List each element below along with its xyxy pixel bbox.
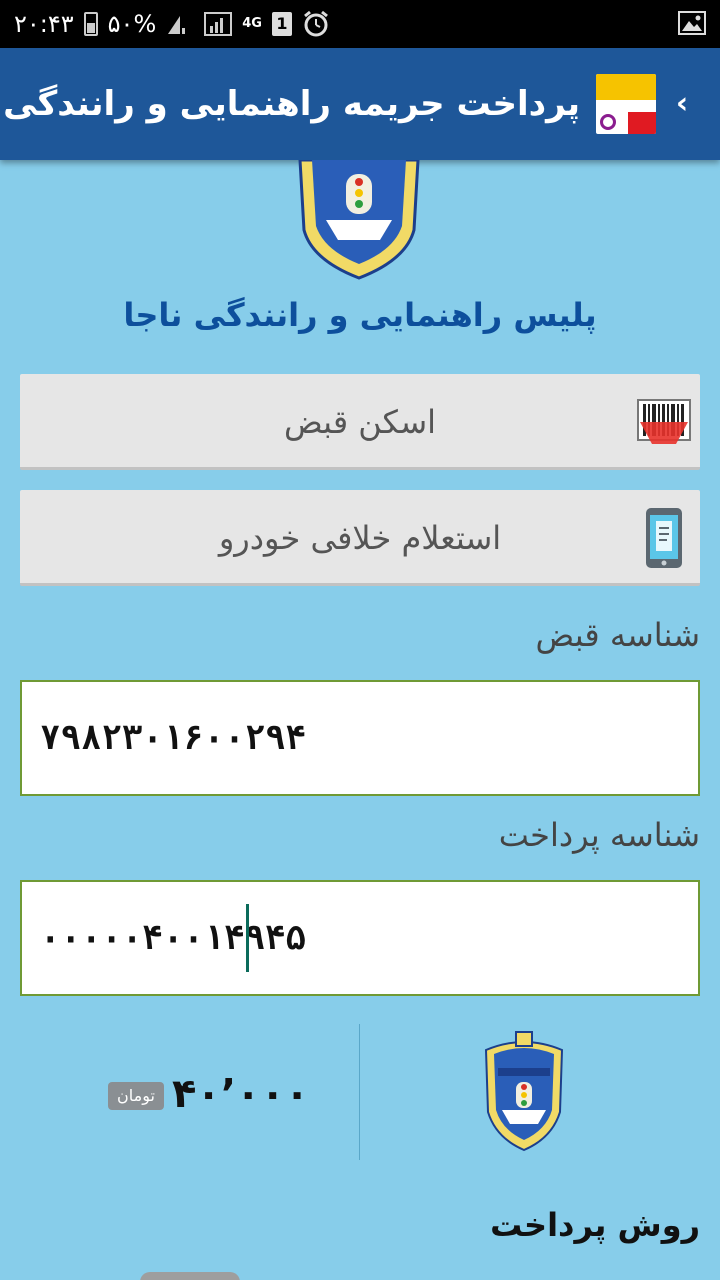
scan-bill-label: اسکن قبض bbox=[283, 403, 437, 441]
signal-bars-icon bbox=[204, 12, 233, 36]
status-bar: ۲۰:۴۳ ۵۰% 4G 1 bbox=[0, 0, 720, 48]
traffic-police-badge-icon bbox=[484, 1031, 564, 1152]
inquiry-label: استعلام خلافی خودرو bbox=[218, 519, 502, 557]
payment-id-input[interactable]: ۰۰۰۰۰۴۰۰۱۴۹۴۵ bbox=[20, 880, 700, 996]
payment-id-label: شناسه پرداخت bbox=[498, 816, 700, 854]
bill-id-label: شناسه قبض bbox=[535, 616, 700, 654]
signal-icon bbox=[168, 16, 186, 34]
currency-badge: تومان bbox=[108, 1082, 164, 1110]
scan-bill-button[interactable]: اسکن قبض bbox=[20, 374, 700, 470]
alarm-icon bbox=[304, 10, 328, 37]
barcode-icon bbox=[637, 399, 691, 444]
sim-icon: 1 bbox=[271, 12, 292, 36]
vehicle-violation-inquiry-button[interactable]: استعلام خلافی خودرو bbox=[20, 490, 700, 586]
page-title: پرداخت جریمه راهنمایی و رانندگی bbox=[3, 84, 580, 124]
bill-id-value: ۷۹۸۲۳۰۱۶۰۰۲۹۴ bbox=[40, 718, 307, 758]
organization-name: پلیس راهنمایی و رانندگی ناجا bbox=[123, 296, 597, 334]
divider bbox=[359, 1024, 360, 1160]
fine-amount: ۴۰٬۰۰۰ bbox=[172, 1071, 310, 1117]
mobile-receipt-icon bbox=[646, 508, 682, 568]
clock: ۲۰:۴۳ bbox=[14, 10, 74, 38]
payment-method-heading: روش پرداخت bbox=[490, 1206, 700, 1244]
battery-level: ۵۰% bbox=[107, 10, 157, 38]
gallery-icon bbox=[678, 11, 706, 35]
chevron-left-icon[interactable]: ‹ bbox=[662, 84, 702, 124]
payment-option-peek[interactable] bbox=[140, 1272, 240, 1280]
bill-id-input[interactable]: ۷۹۸۲۳۰۱۶۰۰۲۹۴ bbox=[20, 680, 700, 796]
status-left: ۲۰:۴۳ ۵۰% 4G 1 bbox=[14, 8, 330, 40]
payment-id-value: ۰۰۰۰۰۴۰۰۱۴۹۴۵ bbox=[40, 918, 307, 958]
text-cursor bbox=[246, 904, 249, 972]
app-bar: پرداخت جریمه راهنمایی و رانندگی ‹ bbox=[0, 48, 720, 160]
battery-icon bbox=[83, 12, 98, 36]
network-type: 4G bbox=[242, 16, 262, 31]
traffic-police-emblem-icon bbox=[298, 160, 420, 280]
charge-app-logo bbox=[596, 74, 656, 134]
